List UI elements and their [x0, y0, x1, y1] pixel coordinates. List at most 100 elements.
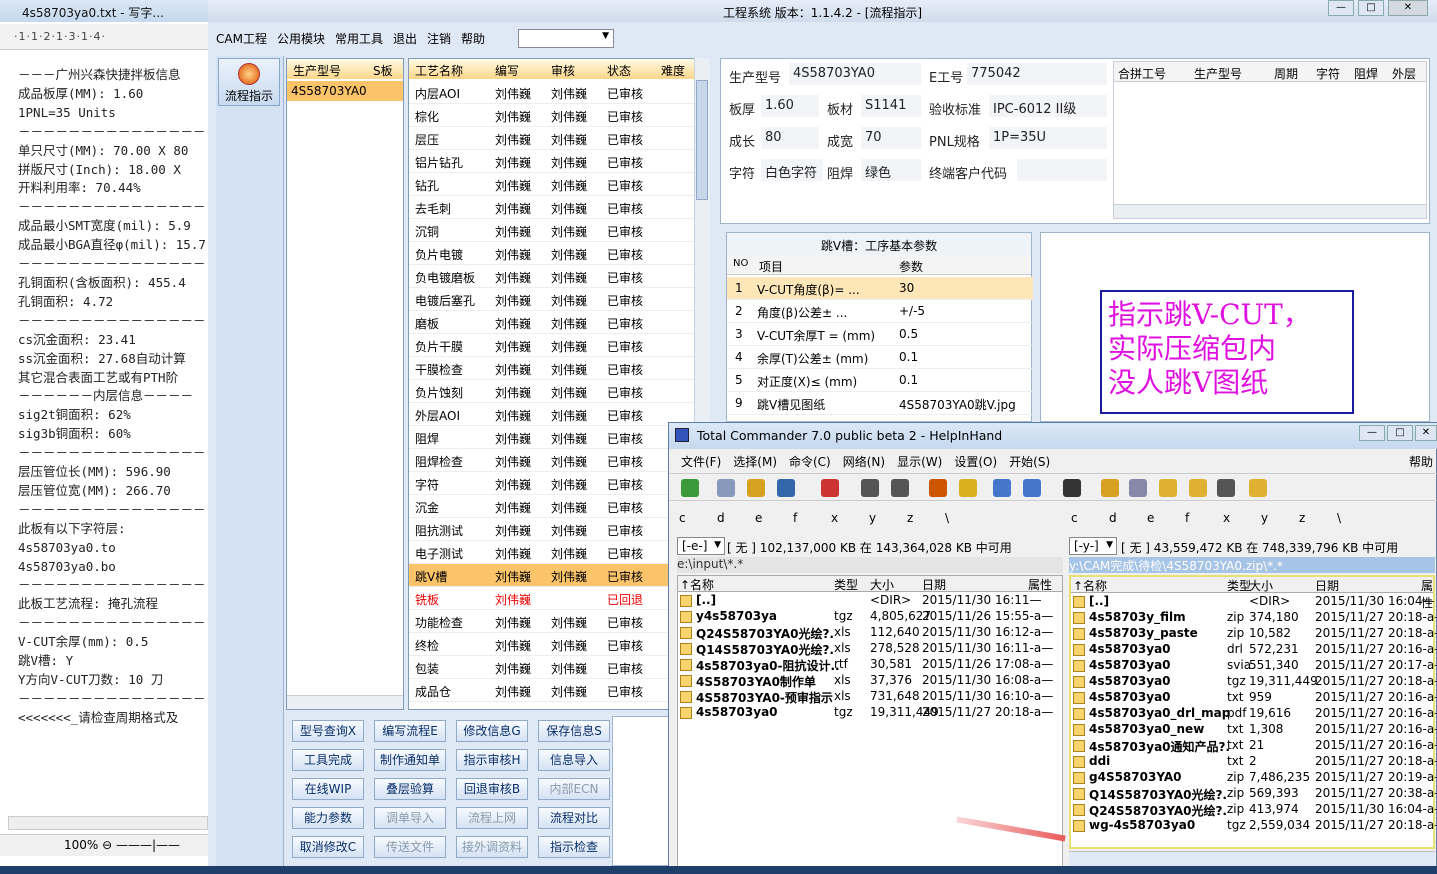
horizontal-scrollbar[interactable] [287, 695, 403, 709]
char-value[interactable]: 白色字符 [761, 159, 823, 181]
file-row[interactable]: 4s58703ya0 tgz 19,311,449 2015/11/27 20:18-… [1071, 674, 1437, 690]
drive-button[interactable]: f [793, 511, 797, 525]
process-row[interactable]: 外层AOI 刘伟巍 刘伟巍 已审核 [409, 403, 709, 426]
right-path[interactable]: y:\CAM完成\待检\4S58703YA0.zip\*.* [1069, 557, 1435, 573]
action-button[interactable]: 调单导入 [374, 807, 446, 829]
prod-value[interactable]: 4S58703YA0 [789, 63, 921, 85]
param-row[interactable]: 4 余厚(T)公差± (mm) 0.1 [727, 346, 1033, 369]
process-row[interactable]: 负片电镀 刘伟巍 刘伟巍 已审核 [409, 242, 709, 265]
menu-item[interactable]: 帮助 [461, 32, 485, 46]
action-button[interactable]: 叠层验算 [374, 778, 446, 800]
product-list[interactable]: 生产型号 S板 4S58703YA0 [286, 58, 404, 710]
menu-item[interactable]: 注销 [427, 32, 451, 46]
drive-button[interactable]: y [1261, 511, 1268, 525]
action-button[interactable]: 取消修改C [292, 836, 364, 858]
e-value[interactable]: 775042 [967, 63, 1107, 85]
action-button[interactable]: 编写流程E [374, 720, 446, 742]
action-button[interactable]: 能力参数 [292, 807, 364, 829]
std-value[interactable]: IPC-6012 II级 [989, 95, 1107, 117]
zoom-out-icon[interactable]: ⊖ [102, 838, 112, 852]
toolbar-icon[interactable] [777, 479, 795, 497]
toolbar-icon[interactable] [747, 479, 765, 497]
process-row[interactable]: 功能检查 刘伟巍 刘伟巍 已审核 [409, 610, 709, 633]
cust-value[interactable] [1017, 159, 1107, 181]
mat-value[interactable]: S1141 [861, 95, 921, 117]
action-button[interactable]: 回退审核B [456, 778, 528, 800]
toolbar-icon[interactable] [929, 479, 947, 497]
left-drive-select[interactable]: [-e-] ▼ [677, 537, 725, 555]
menu-item[interactable]: 公用模块 [277, 32, 325, 46]
scrollbar-thumb[interactable] [696, 80, 708, 200]
process-row[interactable]: 成品仓 刘伟巍 刘伟巍 已审核 [409, 679, 709, 702]
notepad-text[interactable]: －－－广州兴森快捷拌板信息 成品板厚(MM): 1.60 1PNL=35 Units… [18, 66, 214, 728]
right-drive-select[interactable]: [-y-] ▼ [1069, 537, 1117, 555]
tc-menu-item[interactable]: 显示(W) [897, 455, 942, 469]
param-table[interactable]: 跳V槽：工序基本参数 NO 项目 参数 1 V-CUT角度(β)= ... 30 2 角… [726, 232, 1033, 422]
toolbar-icon[interactable] [1101, 479, 1119, 497]
drive-button[interactable]: e [1147, 511, 1154, 525]
process-row[interactable]: 负片蚀刻 刘伟巍 刘伟巍 已审核 [409, 380, 709, 403]
process-row[interactable]: 阻焊 刘伟巍 刘伟巍 已审核 [409, 426, 709, 449]
drive-button[interactable]: c [679, 511, 686, 525]
len-value[interactable]: 80 [761, 127, 819, 149]
drive-button[interactable]: x [831, 511, 838, 525]
maximize-button[interactable]: □ [1358, 0, 1384, 16]
process-row[interactable]: 阻焊检查 刘伟巍 刘伟巍 已审核 [409, 449, 709, 472]
process-row[interactable]: 干膜检查 刘伟巍 刘伟巍 已审核 [409, 357, 709, 380]
file-row[interactable]: 4S58703YA0制作单 xls 37,376 2015/11/30 16:08-a… [678, 673, 1062, 689]
process-row[interactable]: 终检 刘伟巍 刘伟巍 已审核 [409, 633, 709, 656]
process-row[interactable]: 钻孔 刘伟巍 刘伟巍 已审核 [409, 173, 709, 196]
process-row[interactable]: 包装 刘伟巍 刘伟巍 已审核 [409, 656, 709, 679]
file-row[interactable]: Q14S58703YA0光绘?. xls 278,528 2015/11/30 16:… [678, 641, 1062, 657]
menu-item[interactable]: 退出 [393, 32, 417, 46]
process-row[interactable]: 负片干膜 刘伟巍 刘伟巍 已审核 [409, 334, 709, 357]
action-button[interactable]: 指示审核H [456, 749, 528, 771]
file-row[interactable]: y4s58703ya tgz 4,805,627 2015/11/26 15:55-a… [678, 609, 1062, 625]
pnl-value[interactable]: 1P=35U [989, 127, 1107, 149]
mask-value[interactable]: 绿色 [861, 159, 921, 181]
process-list[interactable]: 工艺名称 编写 审核 状态 难度 内层AOI 刘伟巍 刘伟巍 已审核 棕化 刘伟巍 刘伟巍已… [408, 58, 710, 710]
toolbar-icon[interactable] [1129, 479, 1147, 497]
action-button[interactable]: 指示检查 [538, 836, 610, 858]
param-row[interactable]: 2 角度(β)公差± ... +/-5 [727, 300, 1033, 323]
action-button[interactable]: 制作通知单 [374, 749, 446, 771]
action-button[interactable]: 内部ECN [538, 778, 610, 800]
tc-help-menu[interactable]: 帮助 [1409, 453, 1433, 470]
action-button[interactable]: 流程对比 [538, 807, 610, 829]
tc-close-button[interactable]: ✕ [1415, 425, 1437, 441]
drive-button[interactable]: d [1109, 511, 1117, 525]
toolbar-icon[interactable] [891, 479, 909, 497]
toolbar-icon[interactable] [959, 479, 977, 497]
file-row[interactable]: 4s58703ya0_drl_map pdf 19,616 2015/11/27 20… [1071, 706, 1437, 722]
toolbar-icon[interactable] [681, 479, 699, 497]
tc-menu-item[interactable]: 开始(S) [1009, 455, 1050, 469]
right-file-panel[interactable]: ↑名称 类型 大小 日期 属性 [..] <DIR> 2015/11/30 16:04— 4s5… [1069, 575, 1437, 849]
toolbar-icon[interactable] [1159, 479, 1177, 497]
process-row[interactable]: 字符 刘伟巍 刘伟巍 已审核 [409, 472, 709, 495]
menu-item[interactable]: 常用工具 [335, 32, 383, 46]
drive-button[interactable]: \ [1337, 511, 1341, 525]
action-button[interactable]: 型号查询X [292, 720, 364, 742]
file-row[interactable]: Q24S58703YA0光绘?. zip 413,974 2015/11/30 16:… [1071, 802, 1437, 818]
process-row[interactable]: 电镀后塞孔 刘伟巍 刘伟巍 已审核 [409, 288, 709, 311]
toolbar-icon[interactable] [1189, 479, 1207, 497]
process-row[interactable]: 沉金 刘伟巍 刘伟巍 已审核 [409, 495, 709, 518]
file-row[interactable]: 4s58703ya0通知产品?. txt 21 2015/11/27 20:16-a— [1071, 738, 1437, 754]
file-row[interactable]: [..] <DIR> 2015/11/30 16:04— [1071, 594, 1435, 610]
file-row[interactable]: g4S58703YA0 zip 7,486,235 2015/11/27 20:19-… [1071, 770, 1437, 786]
toolbar-icon[interactable] [861, 479, 879, 497]
drive-button[interactable]: y [869, 511, 876, 525]
toolbar-icon[interactable] [1023, 479, 1041, 497]
file-row[interactable]: ddi txt 2 2015/11/27 20:18-a— [1071, 754, 1437, 770]
file-row[interactable]: [..] <DIR> 2015/11/30 16:11— [678, 593, 1062, 609]
process-row[interactable]: 内层AOI 刘伟巍 刘伟巍 已审核 [409, 81, 709, 104]
product-row[interactable]: 4S58703YA0 [287, 81, 403, 101]
merge-grid[interactable]: 合拼工号 生产型号 周期 字符 阻焊 外层 [1113, 61, 1427, 219]
toolbar-icon[interactable] [1249, 479, 1267, 497]
tc-menu-item[interactable]: 命令(C) [789, 455, 831, 469]
action-button[interactable]: 工具完成 [292, 749, 364, 771]
process-row[interactable]: 棕化 刘伟巍 刘伟巍 已审核 [409, 104, 709, 127]
action-button[interactable]: 修改信息G [456, 720, 528, 742]
file-row[interactable]: 4s58703y_paste zip 10,582 2015/11/27 20:18-… [1071, 626, 1437, 642]
drive-button[interactable]: \ [945, 511, 949, 525]
